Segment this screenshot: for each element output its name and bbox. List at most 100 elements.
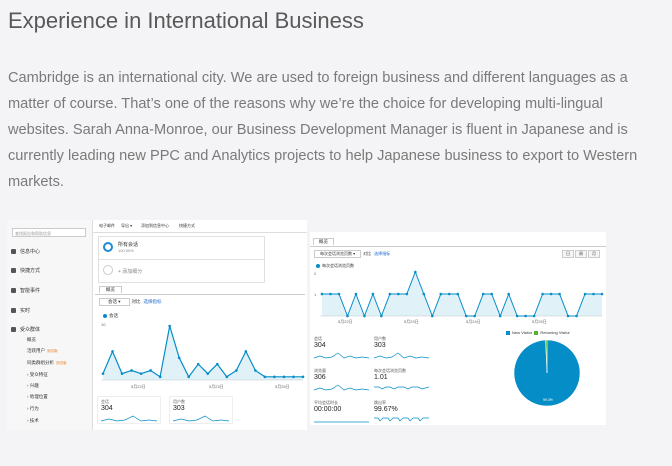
kpi-sessions: 会话 304 [97, 396, 161, 424]
data-point [101, 372, 105, 375]
search-input[interactable]: 查找报告和帮助信息 [12, 228, 86, 237]
x-tick-label: 5月25日 [275, 384, 290, 389]
day-button[interactable]: 日 [562, 250, 574, 258]
export-button[interactable]: 导出 ▾ [121, 223, 132, 229]
data-point [371, 292, 375, 296]
data-point [168, 324, 171, 328]
pages-per-session-chart: 2 1 5月22日 5月23日 5月24日 5月25日 [314, 270, 604, 324]
people-icon [11, 327, 16, 333]
data-point [346, 314, 349, 318]
data-point [292, 375, 295, 379]
sparkline [374, 352, 429, 359]
data-point [464, 314, 468, 318]
add-to-dashboard-button[interactable]: 添加到信息中心 [141, 223, 169, 229]
subnav-item[interactable]: › 技术 [27, 418, 39, 424]
nav-item-audience[interactable]: 受众群体 [11, 326, 40, 333]
sparkline [314, 352, 369, 359]
data-point [405, 292, 409, 296]
tab-overview[interactable]: 概览 [313, 238, 334, 245]
select-metric-link[interactable]: 选择指标 [374, 251, 390, 256]
tab-bar: 概览 [310, 237, 606, 247]
clock-icon [11, 308, 16, 314]
data-point [490, 292, 493, 296]
x-tick-label: 5月24日 [466, 319, 481, 324]
data-point [111, 350, 114, 353]
subnav-item[interactable]: › 兴趣 [27, 383, 39, 389]
subnav-item[interactable]: › 受众特征 [27, 372, 48, 378]
tab-overview[interactable]: 概览 [99, 286, 122, 293]
data-point [254, 369, 257, 372]
data-point [558, 292, 561, 296]
data-point [282, 375, 286, 379]
nav-item-realtime[interactable]: 实时 [11, 307, 30, 314]
data-point [273, 375, 276, 379]
nav-item-dashboard[interactable]: 信息中心 [11, 248, 40, 255]
data-point [215, 362, 219, 366]
segment-circle-icon [103, 265, 113, 275]
data-point [380, 314, 383, 318]
sessions-line-chart: 10 5月22日 5月23日 5月25日 [101, 322, 305, 389]
data-point [139, 372, 143, 375]
sparkline [314, 421, 369, 423]
subnav-item[interactable]: 活跃用户 测试版 [27, 348, 58, 354]
data-point [388, 292, 392, 296]
segment-all-sessions[interactable]: 所有会话 100.00% [98, 236, 265, 260]
subnav-item[interactable]: › 地理位置 [27, 394, 48, 400]
data-point [515, 314, 519, 318]
week-button[interactable]: 周 [575, 250, 587, 258]
x-tick-label: 5月25日 [532, 319, 547, 324]
data-point [130, 369, 133, 372]
email-button[interactable]: 电子邮件 [99, 223, 115, 229]
visitor-pie-chart: 99.3% [513, 339, 581, 407]
subnav-item[interactable]: 同类群组分析 测试版 [27, 360, 67, 366]
data-point [158, 375, 162, 379]
data-point [473, 314, 477, 318]
data-point [196, 362, 200, 366]
chart-controls: 会话 ▾ 对比 选择指标 [99, 298, 162, 306]
subnav-item[interactable]: › 行为 [27, 406, 39, 412]
add-segment[interactable]: + 添加细分 [98, 259, 265, 283]
sparkline [374, 417, 429, 422]
sparkline [314, 384, 369, 391]
data-point [263, 375, 267, 379]
x-tick-label: 5月23日 [404, 319, 419, 324]
subnav-item[interactable]: 概览 [27, 337, 36, 343]
intro-paragraph: Cambridge is an international city. We a… [8, 70, 638, 190]
y-tick-label: 10 [101, 322, 106, 327]
chart-controls: 每次会话浏览页数 ▾ 对比 选择指标 [314, 250, 390, 258]
x-tick-label: 5月22日 [338, 319, 353, 324]
data-point [177, 356, 181, 360]
sidebar: 查找报告和帮助信息 信息中心 快捷方式 智能事件 实时 受众群体 概览 活跃用户… [7, 220, 93, 430]
metric-dropdown[interactable]: 会话 ▾ [99, 298, 130, 306]
month-button[interactable]: 月 [588, 250, 600, 258]
data-point [583, 292, 587, 296]
data-point [244, 350, 248, 353]
nav-item-shortcuts[interactable]: 快捷方式 [11, 267, 40, 274]
data-point [592, 292, 595, 296]
data-point [397, 292, 400, 296]
metric-dropdown[interactable]: 每次会话浏览页数 ▾ [314, 250, 362, 258]
data-point [320, 292, 324, 296]
data-point [524, 314, 527, 318]
data-point [431, 314, 434, 318]
data-point [301, 375, 305, 379]
grid-icon [11, 249, 16, 255]
analytics-screenshot-overview: 概览 每次会话浏览页数 ▾ 对比 选择指标 日周月 每次会话浏览页数 2 1 5月2… [310, 232, 606, 425]
nav-item-intelligence[interactable]: 智能事件 [11, 287, 40, 294]
data-point [206, 372, 210, 375]
kpi-bounce-rate: 跳出率 99.67% [374, 400, 492, 425]
data-point [337, 292, 341, 296]
y-tick-label: 2 [314, 271, 317, 276]
pie-slice-label: 99.3% [543, 398, 553, 402]
data-point [120, 372, 124, 375]
tab-bar: 概览 [95, 284, 305, 295]
data-point [235, 369, 238, 372]
data-point [354, 292, 358, 296]
data-point [541, 292, 544, 296]
data-point [187, 375, 191, 379]
shortcut-button[interactable]: 快捷方式 [179, 223, 195, 229]
data-point [481, 292, 485, 296]
x-tick-label: 5月22日 [131, 384, 146, 389]
x-tick-label: 5月23日 [209, 384, 224, 389]
select-metric-link[interactable]: 选择指标 [144, 299, 162, 304]
